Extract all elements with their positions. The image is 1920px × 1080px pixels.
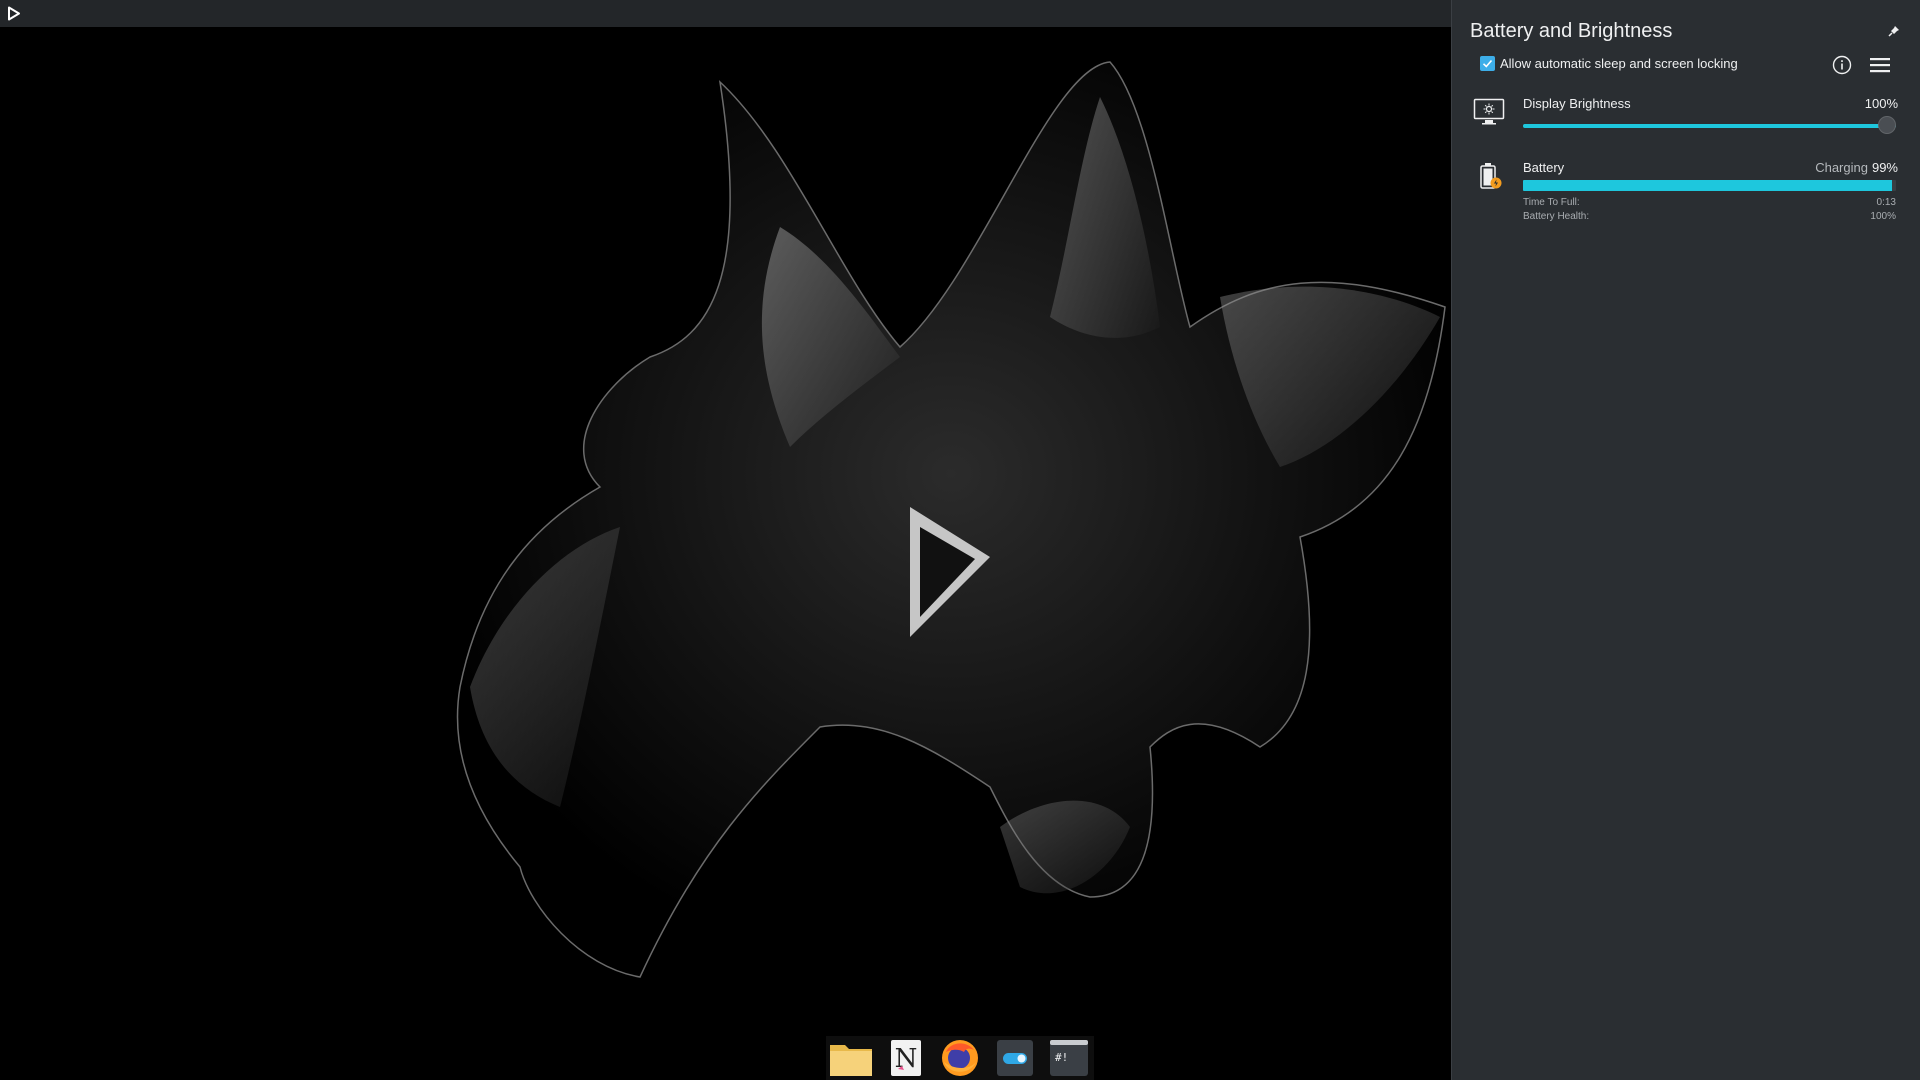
dock-item-notes[interactable]: N (883, 1037, 929, 1079)
battery-label: Battery (1523, 160, 1565, 175)
battery-charging-icon (1477, 162, 1503, 192)
desktop[interactable] (0, 27, 1451, 1080)
dock-item-firefox[interactable] (937, 1037, 983, 1079)
pin-button[interactable] (1887, 24, 1901, 38)
display-brightness-icon (1473, 98, 1505, 128)
terminal-glyph: #! (1055, 1051, 1068, 1064)
firefox-icon (942, 1040, 978, 1076)
application-launcher-button[interactable] (0, 0, 28, 27)
dock: N #! (826, 1036, 1094, 1080)
battery-health-row: Battery Health: 100% (1523, 211, 1896, 222)
info-button[interactable] (1832, 55, 1852, 75)
play-triangle-icon (8, 6, 20, 21)
toggle-settings-icon (996, 1040, 1033, 1076)
time-to-full-row: Time To Full: 0:13 (1523, 197, 1896, 208)
notes-icon: N (890, 1040, 921, 1076)
svg-text:N: N (894, 1044, 917, 1074)
battery-level-bar (1523, 180, 1896, 191)
dock-item-files[interactable] (828, 1037, 874, 1079)
brightness-value: 100% (1864, 96, 1898, 111)
dock-item-terminal[interactable]: #! (1046, 1037, 1092, 1079)
brightness-label: Display Brightness (1523, 96, 1631, 111)
menu-button[interactable] (1869, 55, 1891, 75)
brightness-slider-fill (1523, 124, 1896, 128)
dock-item-settings[interactable] (992, 1037, 1038, 1079)
checkmark-icon (1482, 59, 1493, 68)
battery-state: Charging (1815, 160, 1868, 175)
pin-icon (1888, 26, 1899, 37)
top-panel (0, 0, 1451, 27)
time-to-full-label: Time To Full: (1523, 197, 1580, 208)
panel-title: Battery and Brightness (1470, 20, 1673, 42)
allow-sleep-checkbox[interactable] (1480, 56, 1495, 71)
battery-brightness-panel: Battery and Brightness Allow automatic s… (1451, 0, 1920, 1080)
battery-health-value: 100% (1870, 211, 1896, 222)
allow-sleep-label: Allow automatic sleep and screen locking (1500, 56, 1738, 71)
folder-icon (830, 1045, 872, 1076)
hamburger-menu-icon (1870, 58, 1890, 73)
time-to-full-value: 0:13 (1876, 197, 1896, 208)
battery-status: Charging 99% (1815, 160, 1898, 175)
allow-sleep-checkbox-row[interactable]: Allow automatic sleep and screen locking (1480, 56, 1738, 71)
brightness-slider-handle[interactable] (1878, 116, 1896, 134)
battery-percent: 99% (1871, 160, 1898, 175)
wallpaper-image (456, 61, 1446, 978)
battery-level-fill (1523, 180, 1893, 191)
info-icon (1832, 55, 1852, 75)
brightness-slider[interactable] (1523, 116, 1896, 134)
battery-health-label: Battery Health: (1523, 211, 1590, 222)
terminal-icon: #! (1050, 1040, 1088, 1076)
